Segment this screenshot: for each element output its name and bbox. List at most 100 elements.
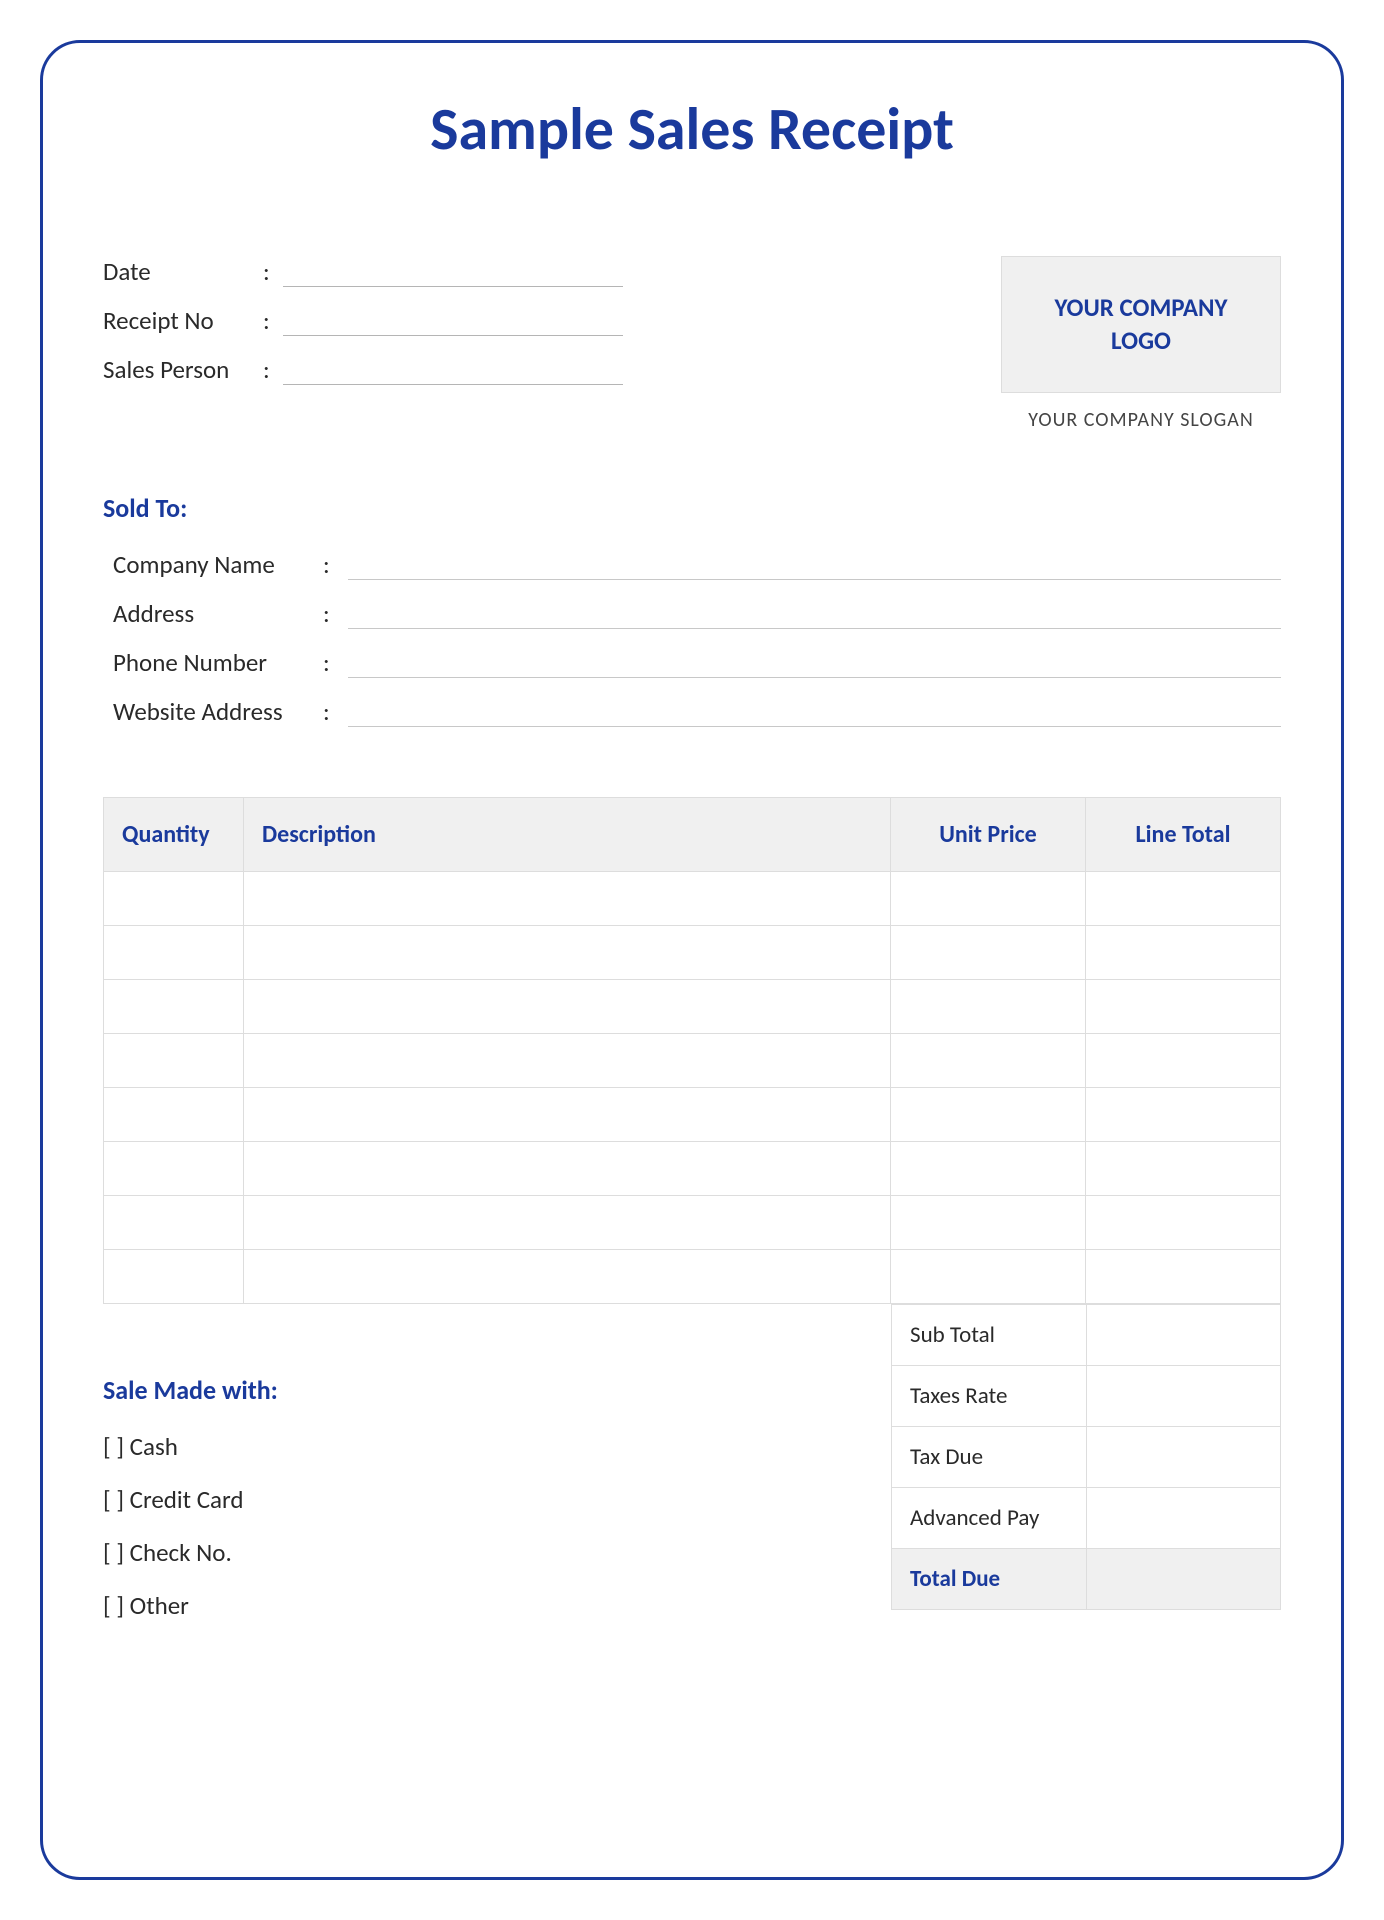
table-cell[interactable] [1086,1196,1281,1250]
col-header-unit-price: Unit Price [891,798,1086,872]
table-row [104,1142,1281,1196]
items-table-body [104,872,1281,1304]
field-input-line[interactable] [348,556,1281,580]
table-cell[interactable] [1086,1142,1281,1196]
totals-value[interactable] [1086,1427,1280,1488]
table-cell[interactable] [1086,1034,1281,1088]
payment-option[interactable]: [ ] Credit Card [103,1484,503,1515]
header-fields: Date : Receipt No : Sales Person : [103,256,623,403]
sold-to-title: Sold To: [103,492,1281,524]
field-input-line[interactable] [283,263,623,287]
table-cell[interactable] [104,872,244,926]
sold-company-name: Company Name : [113,549,1281,580]
table-row [104,1034,1281,1088]
table-cell[interactable] [1086,1088,1281,1142]
field-label: Phone Number [113,647,323,678]
table-row [104,926,1281,980]
table-cell[interactable] [104,1034,244,1088]
table-cell[interactable] [104,1142,244,1196]
totals-table: Sub TotalTaxes RateTax DueAdvanced PayTo… [891,1304,1281,1610]
totals-row: Advanced Pay [892,1488,1281,1549]
page: Sample Sales Receipt Date : Receipt No :… [0,0,1384,1920]
payment-title: Sale Made with: [103,1374,503,1406]
header-section: Date : Receipt No : Sales Person : YOUR [103,256,1281,432]
field-date: Date : [103,256,623,287]
table-cell[interactable] [891,1250,1086,1304]
field-colon: : [323,549,348,580]
table-cell[interactable] [891,1142,1086,1196]
payment-section: Sale Made with: [ ] Cash [ ] Credit Card [… [103,1334,503,1643]
sold-address: Address : [113,598,1281,629]
totals-value[interactable] [1086,1305,1280,1366]
field-colon: : [323,598,348,629]
totals-value[interactable] [1086,1488,1280,1549]
totals-label: Advanced Pay [892,1488,1087,1549]
table-row [104,980,1281,1034]
table-cell[interactable] [244,1088,891,1142]
table-cell[interactable] [244,1196,891,1250]
field-sales-person: Sales Person : [103,354,623,385]
table-cell[interactable] [244,980,891,1034]
table-cell[interactable] [104,926,244,980]
field-label: Date [103,256,263,287]
field-colon: : [323,647,348,678]
field-colon: : [263,354,283,385]
totals-value[interactable] [1086,1366,1280,1427]
table-cell[interactable] [891,980,1086,1034]
table-cell[interactable] [891,872,1086,926]
payment-option[interactable]: [ ] Cash [103,1431,503,1462]
sold-website: Website Address : [113,696,1281,727]
company-logo-placeholder: YOUR COMPANY LOGO [1001,256,1281,393]
table-cell[interactable] [104,1250,244,1304]
total-due-value[interactable] [1086,1549,1280,1610]
table-cell[interactable] [244,1142,891,1196]
table-header-row: Quantity Description Unit Price Line Tot… [104,798,1281,872]
field-colon: : [263,256,283,287]
table-cell[interactable] [1086,980,1281,1034]
field-label: Receipt No [103,305,263,336]
field-input-line[interactable] [283,361,623,385]
field-input-line[interactable] [348,654,1281,678]
table-cell[interactable] [244,872,891,926]
table-cell[interactable] [104,980,244,1034]
totals-row: Sub Total [892,1305,1281,1366]
col-header-description: Description [244,798,891,872]
totals-row-total-due: Total Due [892,1549,1281,1610]
company-slogan: YOUR COMPANY SLOGAN [1001,408,1281,432]
logo-text-line1: YOUR COMPANY [1022,292,1260,325]
field-label: Address [113,598,323,629]
table-cell[interactable] [244,926,891,980]
sold-phone: Phone Number : [113,647,1281,678]
table-cell[interactable] [891,926,1086,980]
table-cell[interactable] [244,1250,891,1304]
items-table: Quantity Description Unit Price Line Tot… [103,797,1281,1304]
field-colon: : [323,696,348,727]
payment-option[interactable]: [ ] Check No. [103,1537,503,1568]
table-cell[interactable] [1086,926,1281,980]
col-header-line-total: Line Total [1086,798,1281,872]
field-input-line[interactable] [283,312,623,336]
field-input-line[interactable] [348,605,1281,629]
table-cell[interactable] [244,1034,891,1088]
sold-to-section: Company Name : Address : Phone Number : … [103,549,1281,727]
totals-label: Tax Due [892,1427,1087,1488]
table-cell[interactable] [891,1034,1086,1088]
field-label: Website Address [113,696,323,727]
document-frame: Sample Sales Receipt Date : Receipt No :… [40,40,1344,1880]
table-cell[interactable] [1086,872,1281,926]
logo-text-line2: LOGO [1022,325,1260,358]
table-cell[interactable] [104,1088,244,1142]
page-title: Sample Sales Receipt [103,93,1281,166]
table-cell[interactable] [891,1088,1086,1142]
field-colon: : [263,305,283,336]
bottom-section: Sale Made with: [ ] Cash [ ] Credit Card [… [103,1334,1281,1643]
table-row [104,1196,1281,1250]
field-input-line[interactable] [348,703,1281,727]
table-cell[interactable] [1086,1250,1281,1304]
table-cell[interactable] [104,1196,244,1250]
col-header-quantity: Quantity [104,798,244,872]
total-due-label: Total Due [892,1549,1087,1610]
payment-option[interactable]: [ ] Other [103,1590,503,1621]
totals-label: Sub Total [892,1305,1087,1366]
table-cell[interactable] [891,1196,1086,1250]
